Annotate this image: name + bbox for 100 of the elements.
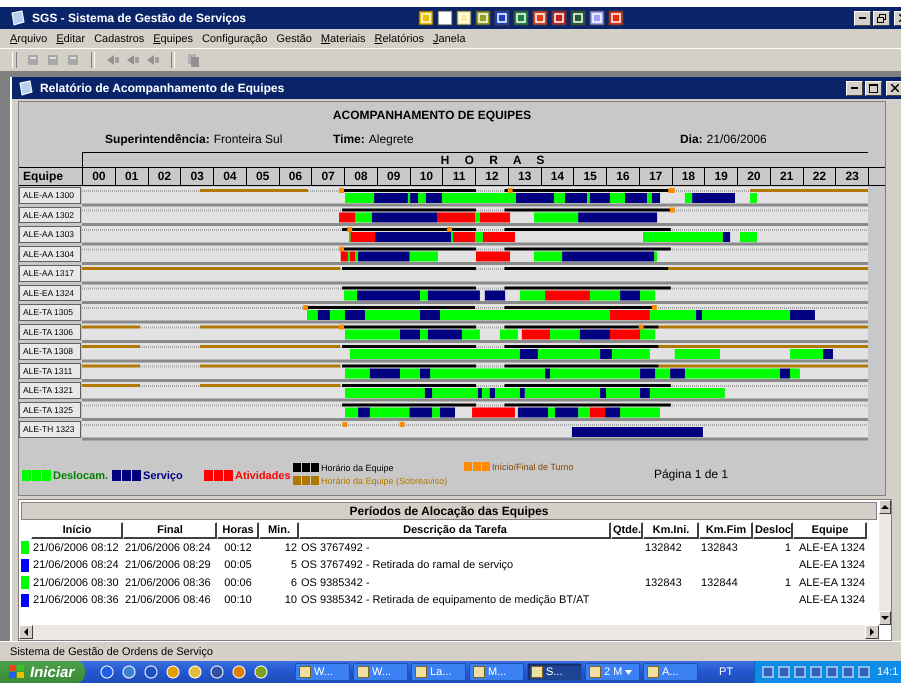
- hour-header: 18: [672, 168, 706, 185]
- team-label: ALE-AA 1302: [19, 206, 81, 223]
- team-label: ALE-AA 1304: [19, 246, 81, 262]
- team-label: ALE-AA 1300: [19, 187, 81, 204]
- menu-item[interactable]: Gestão: [276, 32, 312, 44]
- column-header[interactable]: Qtde.: [611, 522, 643, 539]
- taskbar-button[interactable]: S...: [527, 663, 582, 681]
- table-cell: 6: [290, 576, 297, 589]
- team-label: ALE-TA 1305: [19, 304, 81, 320]
- table-cell: 21/06/2006 08:12: [33, 542, 119, 554]
- table-cell: 21/06/2006 08:30: [33, 576, 119, 589]
- hour-header: 20: [738, 168, 771, 185]
- menu-item[interactable]: Configuração: [202, 32, 268, 44]
- table-cell: 21/06/2006 08:46: [125, 594, 211, 606]
- menu-item[interactable]: Relatórios: [374, 32, 424, 44]
- hour-header: 15: [574, 168, 607, 185]
- hour-header: 03: [181, 168, 214, 185]
- hour-header: 10: [410, 168, 444, 185]
- legend-label: Horário da Equipe (Sobreaviso): [321, 476, 448, 486]
- table-cell: 21/06/2006 08:24: [33, 559, 119, 572]
- menu-item[interactable]: Janela: [433, 32, 466, 44]
- info-label: Superintendência:: [105, 132, 210, 146]
- hour-header: 17: [640, 168, 672, 185]
- info-value: Alegrete: [368, 132, 414, 146]
- column-header[interactable]: Km.Ini.: [643, 522, 699, 539]
- hour-header: 21: [770, 168, 804, 185]
- hour-header: 16: [607, 168, 640, 185]
- table-cell: 132843: [645, 576, 682, 589]
- table-cell: 132842: [645, 542, 682, 554]
- hour-header: 09: [378, 168, 410, 185]
- table-cell: 132844: [701, 576, 738, 589]
- hour-header: 04: [214, 168, 247, 185]
- menu-item[interactable]: Equipes: [153, 32, 193, 44]
- legend-label: Serviço: [143, 470, 183, 482]
- table-cell: 21/06/2006 08:36: [125, 576, 211, 589]
- team-label: ALE-EA 1324: [19, 284, 81, 301]
- hour-header: 19: [705, 168, 738, 185]
- table-cell: OS 9385342 - Retirada de equipamento de medição BT/AT: [301, 594, 590, 606]
- info-value: 21/06/2006: [706, 132, 767, 146]
- column-header[interactable]: Descrição da Tarefa: [299, 522, 611, 539]
- hour-header: 14: [542, 168, 574, 185]
- menu-item[interactable]: Arquivo: [10, 32, 48, 44]
- table-cell: 132843: [701, 542, 738, 554]
- hour-header: 23: [836, 168, 869, 185]
- language-indicator[interactable]: PT: [719, 666, 734, 678]
- taskbar-button[interactable]: 2 M: [585, 663, 640, 681]
- table-cell: 1: [784, 542, 791, 554]
- menu-item[interactable]: Cadastros: [94, 32, 144, 44]
- table-cell: 12: [284, 542, 297, 554]
- clock: 14:1: [877, 666, 898, 678]
- team-label: ALE-TA 1308: [19, 343, 81, 360]
- table-cell: ALE-EA 1324: [798, 594, 865, 606]
- hour-header: 13: [508, 168, 542, 185]
- table-cell: 21/06/2006 08:24: [125, 542, 211, 554]
- child-window-title: Relatório de Acompanhamento de Equipes: [40, 81, 284, 95]
- table-cell: 00:12: [224, 542, 252, 554]
- axis-title: H O R A S: [440, 153, 550, 167]
- table-cell: ALE-EA 1324: [798, 559, 865, 572]
- table-cell: ALE-EA 1324: [798, 542, 865, 554]
- column-header[interactable]: Desloc: [753, 522, 793, 539]
- column-header[interactable]: Min.: [259, 522, 299, 539]
- column-header[interactable]: Km.Fim: [699, 522, 753, 539]
- team-label: ALE-TA 1325: [19, 402, 81, 418]
- hour-header: 02: [148, 168, 182, 185]
- team-label: ALE-AA 1317: [19, 265, 81, 282]
- hour-header: 07: [312, 168, 345, 185]
- table-cell: 5: [290, 559, 297, 572]
- table-cell: 21/06/2006 08:36: [33, 594, 119, 606]
- column-header[interactable]: Equipe: [793, 522, 867, 539]
- table-title: Períodos de Alocação das Equipes: [21, 502, 877, 520]
- taskbar-button[interactable]: A...: [643, 663, 698, 681]
- team-label: ALE-TH 1323: [19, 421, 81, 438]
- table-cell: 21/06/2006 08:29: [125, 559, 211, 572]
- page-indicator: Página 1 de 1: [654, 466, 728, 480]
- taskbar-button[interactable]: W...: [295, 663, 350, 681]
- team-label: ALE-TA 1306: [19, 324, 81, 340]
- report-title: ACOMPANHAMENTO DE EQUIPES: [332, 108, 532, 122]
- menu-item[interactable]: Materiais: [320, 32, 366, 44]
- menu-item[interactable]: Editar: [56, 32, 86, 44]
- column-header[interactable]: Horas: [217, 522, 259, 539]
- table-cell: ALE-EA 1324: [798, 576, 865, 589]
- table-cell: 1: [784, 576, 791, 589]
- taskbar-button[interactable]: La...: [411, 663, 466, 681]
- hour-header: 22: [804, 168, 836, 185]
- hour-header: 05: [246, 168, 280, 185]
- table-cell: 10: [284, 594, 297, 606]
- legend-label: Atividades: [235, 470, 291, 482]
- team-label: ALE-TA 1311: [19, 362, 81, 379]
- taskbar-button[interactable]: M...: [469, 663, 524, 681]
- team-label: ALE-TA 1321: [19, 382, 81, 398]
- column-header[interactable]: Final: [123, 522, 217, 539]
- column-header[interactable]: Início: [31, 522, 123, 539]
- legend-label: Início/Final de Turno: [492, 462, 574, 472]
- hour-header: 12: [476, 168, 509, 185]
- table-cell: 00:06: [224, 576, 252, 589]
- info-value: Fronteira Sul: [214, 132, 282, 146]
- start-button[interactable]: Iniciar: [0, 661, 85, 683]
- taskbar-button[interactable]: W...: [353, 663, 408, 681]
- hour-header: 00: [83, 168, 116, 185]
- hour-header: 01: [116, 168, 148, 185]
